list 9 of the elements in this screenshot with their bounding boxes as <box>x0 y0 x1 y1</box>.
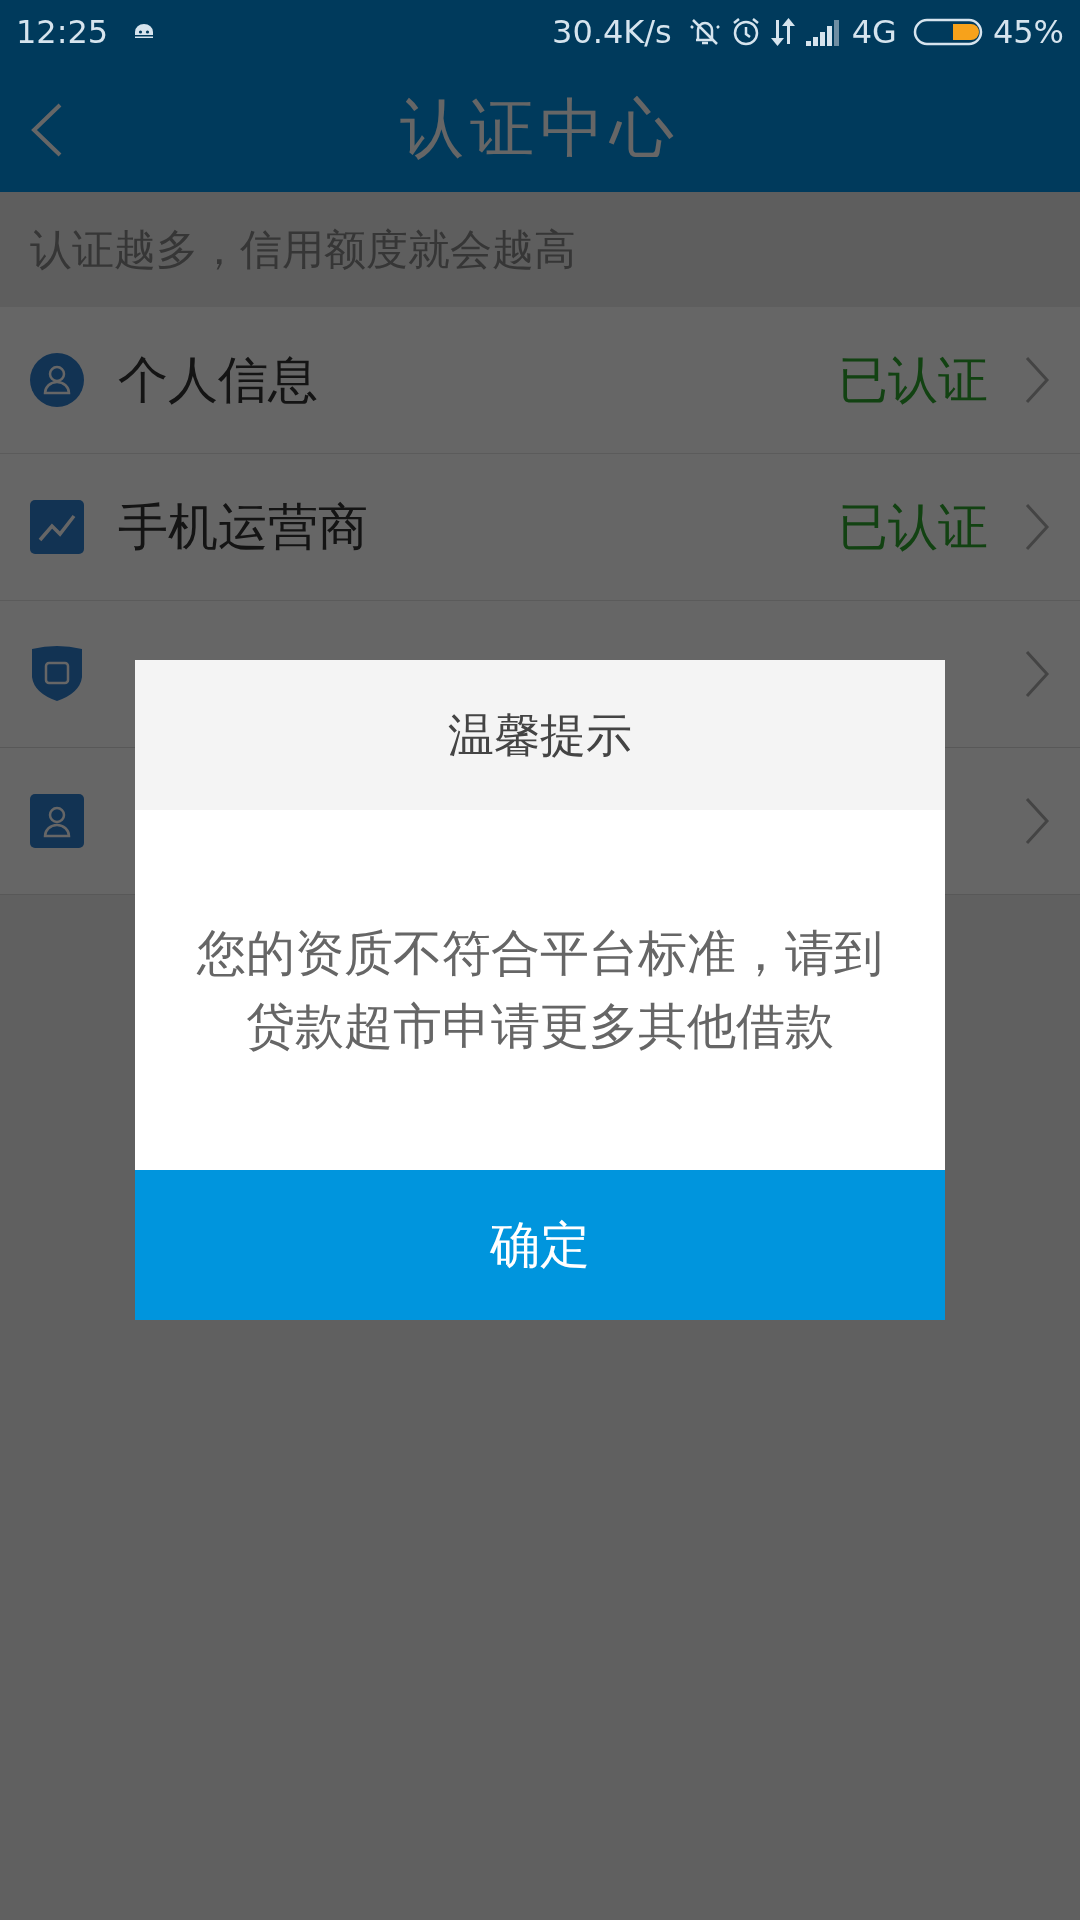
status-text: 已认证 <box>838 349 988 411</box>
network-speed: 30.4K/s <box>552 12 672 53</box>
dialog-title: 温馨提示 <box>448 706 632 764</box>
dialog-message: 您的资质不符合平台标准，请到贷款超市申请更多其他借款 <box>196 923 884 1057</box>
network-type: 4G <box>851 12 897 53</box>
page-title: 认证中心 <box>400 90 680 167</box>
clock-time: 12:25 <box>16 12 109 53</box>
status-text: 已认证 <box>838 496 988 558</box>
battery-percent: 45% <box>992 12 1064 53</box>
